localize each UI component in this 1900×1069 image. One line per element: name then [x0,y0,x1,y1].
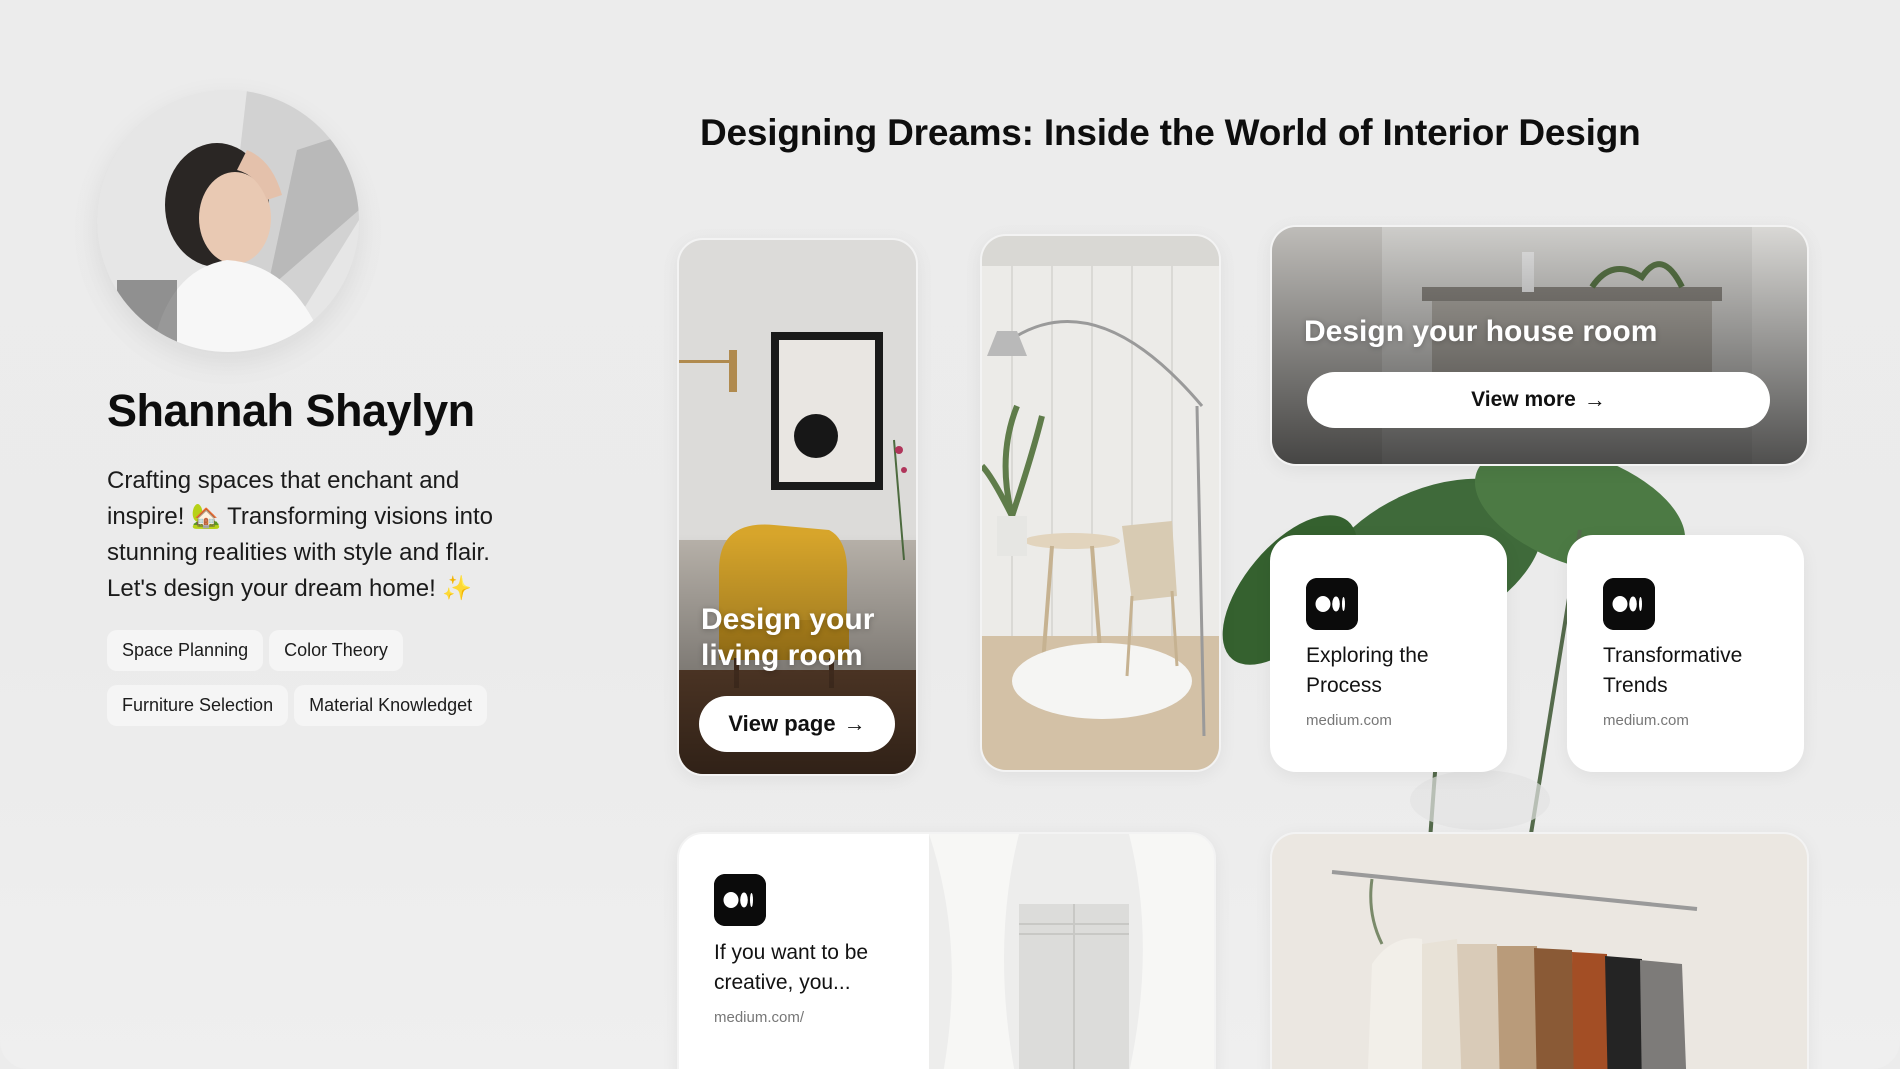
view-page-label: View page [728,711,836,736]
tag-color-theory[interactable]: Color Theory [269,630,403,671]
creative-domain: medium.com/ [714,1009,805,1026]
clothes-rack-photo [1272,834,1807,1069]
transformative-trends-card[interactable]: Transformative Trends medium.com [1567,535,1804,772]
arrow-right-icon: → [843,711,866,736]
house-room-title: Design your house room [1304,315,1658,348]
dining-room-card[interactable] [980,234,1221,772]
creative-article-card[interactable]: If you want to be creative, you... mediu… [677,832,1216,1069]
medium-icon [714,874,766,926]
living-room-title: Design your living room [701,603,875,672]
clothes-rack-card[interactable] [1270,832,1809,1069]
profile-bio: Crafting spaces that enchant and inspire… [107,467,494,602]
living-room-card[interactable]: Design your living room View page → [677,238,918,776]
profile-name: Shannah Shaylyn [107,385,475,436]
medium-icon [1603,578,1655,630]
trends-title: Transformative Trends [1603,644,1743,697]
medium-icon [1306,578,1358,630]
skill-tags: Space Planning Color Theory Furniture Sel… [107,630,547,740]
view-more-label: View more [1471,388,1576,411]
trends-domain: medium.com [1603,712,1689,729]
page-headline: Designing Dreams: Inside the World of In… [700,112,1641,153]
view-page-button[interactable]: View page → [699,696,895,752]
arrow-right-icon: → [1583,387,1606,412]
tag-space-planning[interactable]: Space Planning [107,630,264,671]
exploring-title: Exploring the Process [1306,644,1429,697]
page: Shannah Shaylyn Crafting spaces that enc… [0,0,1900,1069]
dining-room-photo [982,236,1219,770]
house-room-card[interactable]: Design your house room View more → [1270,225,1809,466]
tag-material-knowledge[interactable]: Material Knowledget [294,685,488,726]
avatar[interactable] [97,90,359,352]
curtain-photo [929,834,1214,1069]
exploring-domain: medium.com [1306,712,1392,729]
view-more-button[interactable]: View more → [1307,372,1770,428]
creative-title: If you want to be creative, you... [714,941,869,994]
tag-furniture-selection[interactable]: Furniture Selection [107,685,289,726]
avatar-photo [97,90,359,352]
living-room-photo [679,240,916,774]
exploring-process-card[interactable]: Exploring the Process medium.com [1270,535,1507,772]
